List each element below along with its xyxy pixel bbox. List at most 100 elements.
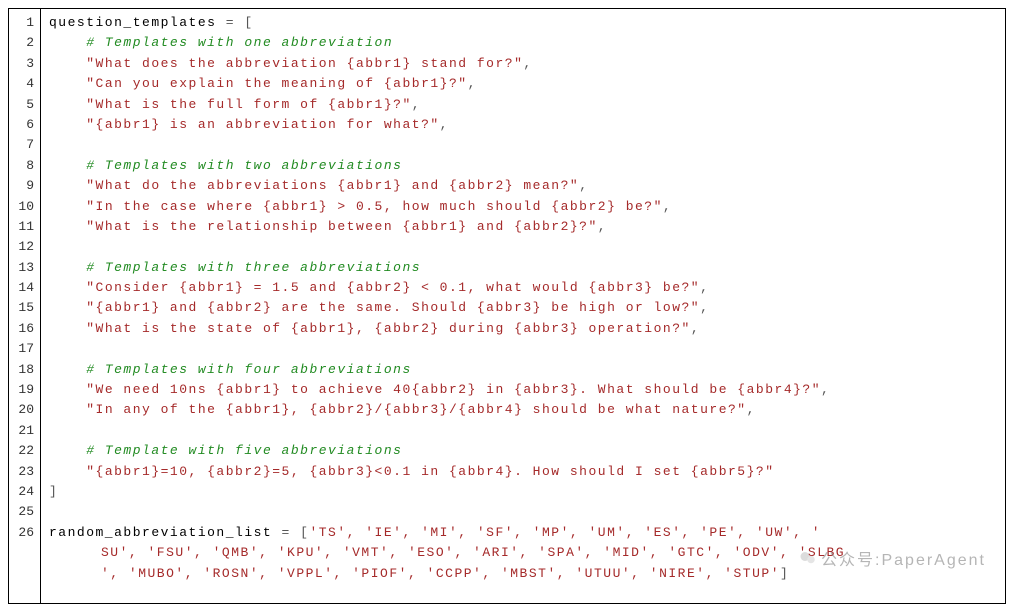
code-line: "What is the full form of {abbr1}?", bbox=[49, 95, 997, 115]
punct: ] bbox=[780, 566, 789, 581]
indent bbox=[49, 117, 86, 132]
code-line: # Templates with one abbreviation bbox=[49, 33, 997, 53]
code-line: "What is the relationship between {abbr1… bbox=[49, 217, 997, 237]
code-line: # Template with five abbreviations bbox=[49, 441, 997, 461]
punct: = [ bbox=[282, 525, 310, 540]
punct: , bbox=[700, 300, 709, 315]
indent bbox=[49, 35, 86, 50]
line-number: 24 bbox=[13, 482, 34, 502]
code-line: # Templates with four abbreviations bbox=[49, 360, 997, 380]
code-line bbox=[49, 237, 997, 257]
line-number: 16 bbox=[13, 319, 34, 339]
code-line: "We need 10ns {abbr1} to achieve 40{abbr… bbox=[49, 380, 997, 400]
punct: , bbox=[598, 219, 607, 234]
code-line: "In the case where {abbr1} > 0.5, how mu… bbox=[49, 197, 997, 217]
identifier: question_templates bbox=[49, 15, 226, 30]
code-line: ] bbox=[49, 482, 997, 502]
code-line: "{abbr1}=10, {abbr2}=5, {abbr3}<0.1 in {… bbox=[49, 462, 997, 482]
code-line bbox=[49, 339, 997, 359]
string-literal: "{abbr1} is an abbreviation for what?" bbox=[86, 117, 439, 132]
line-number: 11 bbox=[13, 217, 34, 237]
code-line: question_templates = [ bbox=[49, 13, 997, 33]
punct: , bbox=[663, 199, 672, 214]
indent bbox=[49, 382, 86, 397]
punct: ] bbox=[49, 484, 58, 499]
string-literal: 'TS', 'IE', 'MI', 'SF', 'MP', 'UM', 'ES'… bbox=[309, 525, 821, 540]
indent bbox=[49, 219, 86, 234]
string-literal: "{abbr1}=10, {abbr2}=5, {abbr3}<0.1 in {… bbox=[86, 464, 774, 479]
line-number: 26 bbox=[13, 523, 34, 543]
punct: = [ bbox=[226, 15, 254, 30]
string-literal: "{abbr1} and {abbr2} are the same. Shoul… bbox=[86, 300, 700, 315]
code-line: "Consider {abbr1} = 1.5 and {abbr2} < 0.… bbox=[49, 278, 997, 298]
code-line: "What do the abbreviations {abbr1} and {… bbox=[49, 176, 997, 196]
string-literal: "What do the abbreviations {abbr1} and {… bbox=[86, 178, 579, 193]
line-number: 19 bbox=[13, 380, 34, 400]
code-line: "{abbr1} and {abbr2} are the same. Shoul… bbox=[49, 298, 997, 318]
line-number: 21 bbox=[13, 421, 34, 441]
punct: , bbox=[440, 117, 449, 132]
indent bbox=[49, 158, 86, 173]
string-literal: "What does the abbreviation {abbr1} stan… bbox=[86, 56, 523, 71]
indent bbox=[49, 402, 86, 417]
code-source: question_templates = [ # Templates with … bbox=[41, 9, 1005, 603]
line-number: 22 bbox=[13, 441, 34, 461]
line-number: 6 bbox=[13, 115, 34, 135]
comment: # Templates with one abbreviation bbox=[86, 35, 393, 50]
indent bbox=[49, 76, 86, 91]
code-line: # Templates with two abbreviations bbox=[49, 156, 997, 176]
line-number: 12 bbox=[13, 237, 34, 257]
string-literal: "What is the state of {abbr1}, {abbr2} d… bbox=[86, 321, 691, 336]
indent bbox=[49, 280, 86, 295]
comment: # Template with five abbreviations bbox=[86, 443, 402, 458]
comment: # Templates with two abbreviations bbox=[86, 158, 402, 173]
string-literal: "What is the relationship between {abbr1… bbox=[86, 219, 598, 234]
code-line: random_abbreviation_list = ['TS', 'IE', … bbox=[49, 523, 997, 543]
line-number: 17 bbox=[13, 339, 34, 359]
identifier: random_abbreviation_list bbox=[49, 525, 282, 540]
code-line: "Can you explain the meaning of {abbr1}?… bbox=[49, 74, 997, 94]
line-number: 7 bbox=[13, 135, 34, 155]
punct: , bbox=[700, 280, 709, 295]
line-number: 5 bbox=[13, 95, 34, 115]
indent bbox=[49, 178, 86, 193]
punct: , bbox=[579, 178, 588, 193]
code-line: # Templates with three abbreviations bbox=[49, 258, 997, 278]
punct: , bbox=[523, 56, 532, 71]
line-number: 10 bbox=[13, 197, 34, 217]
code-line: "What is the state of {abbr1}, {abbr2} d… bbox=[49, 319, 997, 339]
line-number: 2 bbox=[13, 33, 34, 53]
code-line: "In any of the {abbr1}, {abbr2}/{abbr3}/… bbox=[49, 400, 997, 420]
line-number: 23 bbox=[13, 462, 34, 482]
line-number: 1 bbox=[13, 13, 34, 33]
line-number: 8 bbox=[13, 156, 34, 176]
comment: # Templates with four abbreviations bbox=[86, 362, 412, 377]
string-literal: "Can you explain the meaning of {abbr1}?… bbox=[86, 76, 467, 91]
indent bbox=[49, 321, 86, 336]
punct: , bbox=[468, 76, 477, 91]
string-literal: "Consider {abbr1} = 1.5 and {abbr2} < 0.… bbox=[86, 280, 700, 295]
code-line: "{abbr1} is an abbreviation for what?", bbox=[49, 115, 997, 135]
line-number-gutter: 1 2 3 4 5 6 7 8 9 10 11 12 13 14 15 16 1… bbox=[9, 9, 41, 603]
line-number: 15 bbox=[13, 298, 34, 318]
punct: , bbox=[821, 382, 830, 397]
code-line-wrap: SU', 'FSU', 'QMB', 'KPU', 'VMT', 'ESO', … bbox=[49, 543, 997, 563]
line-number: 14 bbox=[13, 278, 34, 298]
comment: # Templates with three abbreviations bbox=[86, 260, 421, 275]
line-number: 18 bbox=[13, 360, 34, 380]
string-literal: ', 'MUBO', 'ROSN', 'VPPL', 'PIOF', 'CCPP… bbox=[101, 566, 780, 581]
line-number: 20 bbox=[13, 400, 34, 420]
code-line bbox=[49, 421, 997, 441]
indent bbox=[49, 56, 86, 71]
punct: , bbox=[691, 321, 700, 336]
line-number: 4 bbox=[13, 74, 34, 94]
code-line-wrap: ', 'MUBO', 'ROSN', 'VPPL', 'PIOF', 'CCPP… bbox=[49, 564, 997, 584]
string-literal: "In the case where {abbr1} > 0.5, how mu… bbox=[86, 199, 663, 214]
punct: , bbox=[747, 402, 756, 417]
code-line: "What does the abbreviation {abbr1} stan… bbox=[49, 54, 997, 74]
line-number: 13 bbox=[13, 258, 34, 278]
indent bbox=[49, 464, 86, 479]
code-line bbox=[49, 502, 997, 522]
indent bbox=[49, 260, 86, 275]
code-block: 1 2 3 4 5 6 7 8 9 10 11 12 13 14 15 16 1… bbox=[8, 8, 1006, 604]
